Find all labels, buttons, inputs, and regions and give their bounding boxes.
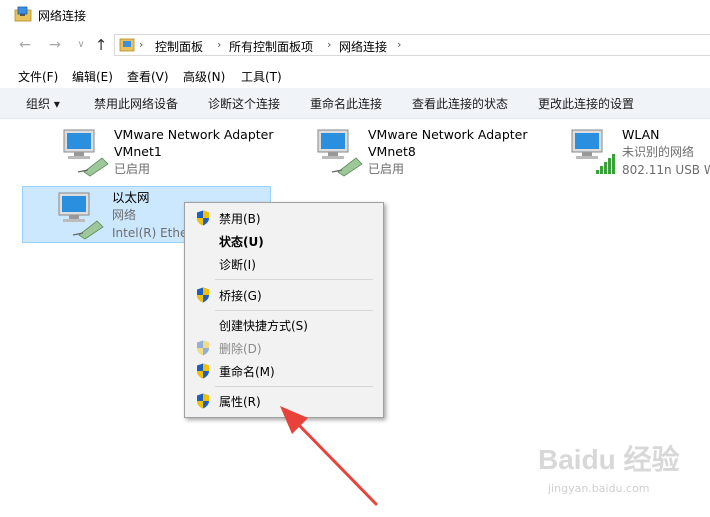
context-menu: 禁用(B) 状态(U) 诊断(I) 桥接(G) 创建快捷方式(S) 删除(D) … — [184, 202, 384, 418]
wifi-adapter-icon — [571, 129, 615, 174]
baidu-watermark: Baidu 经验 jingyan.baidu.com — [538, 438, 708, 510]
menu-item-status[interactable]: 状态(U) — [185, 230, 383, 252]
menu-item-label: 诊断(I) — [219, 258, 256, 272]
disable-device-button[interactable]: 禁用此网络设备 — [94, 95, 178, 112]
menu-item-rename[interactable]: 重命名(M) — [185, 360, 383, 382]
connection-status: 网络 — [112, 208, 137, 222]
up-arrow-icon[interactable]: ↑ — [92, 36, 110, 54]
connection-name: WLAN — [622, 127, 660, 142]
menu-bar: 文件(F) 编辑(E) 查看(V) 高级(N) 工具(T) — [0, 66, 710, 86]
menu-item-label: 重命名(M) — [219, 365, 275, 379]
back-arrow-icon[interactable]: ← — [16, 36, 34, 54]
connection-status: 已启用 — [114, 162, 151, 176]
uac-shield-icon — [197, 210, 209, 226]
breadcrumb-network-connections[interactable]: 网络连接 — [339, 38, 387, 55]
watermark-url: jingyan.baidu.com — [548, 482, 650, 495]
connection-device: 802.11n USB W — [622, 163, 710, 177]
menu-item-label: 桥接(G) — [219, 289, 262, 303]
menu-item-bridge[interactable]: 桥接(G) — [185, 284, 383, 306]
connection-vmnet1[interactable]: VMware Network Adapter VMnet1 已启用 — [54, 126, 284, 182]
uac-shield-icon — [197, 393, 209, 409]
network-adapter-icon — [63, 129, 109, 177]
connection-wlan[interactable]: WLAN 未识别的网络 802.11n USB W — [562, 126, 710, 182]
menu-divider — [215, 310, 373, 311]
menu-view[interactable]: 查看(V) — [127, 68, 169, 85]
menu-file[interactable]: 文件(F) — [18, 68, 58, 85]
connection-name: VMware Network Adapter — [368, 127, 528, 142]
watermark-brand: Baidu 经验 — [538, 444, 680, 475]
connection-name-line2: VMnet8 — [368, 144, 416, 159]
connection-vmnet8[interactable]: VMware Network Adapter VMnet8 已启用 — [308, 126, 538, 182]
control-panel-icon — [119, 38, 135, 52]
network-adapter-icon — [317, 129, 363, 177]
menu-divider — [215, 386, 373, 387]
chevron-right-icon[interactable]: › — [327, 38, 331, 51]
breadcrumb-all-items[interactable]: 所有控制面板项 — [229, 38, 313, 55]
menu-divider — [215, 279, 373, 280]
address-bar[interactable]: › 控制面板 › 所有控制面板项 › 网络连接 › — [114, 34, 710, 56]
menu-item-delete[interactable]: 删除(D) — [185, 337, 383, 359]
menu-advanced[interactable]: 高级(N) — [183, 68, 225, 85]
chevron-right-icon[interactable]: › — [397, 38, 401, 51]
change-settings-button[interactable]: 更改此连接的设置 — [538, 95, 634, 112]
menu-item-label: 禁用(B) — [219, 212, 261, 226]
connection-name: 以太网 — [112, 190, 150, 205]
rename-button[interactable]: 重命名此连接 — [310, 95, 382, 112]
chevron-right-icon[interactable]: › — [139, 38, 143, 51]
menu-item-disable[interactable]: 禁用(B) — [185, 207, 383, 229]
red-arrow-annotation — [280, 406, 378, 506]
view-status-button[interactable]: 查看此连接的状态 — [412, 95, 508, 112]
title-bar: 网络连接 — [0, 0, 710, 30]
forward-arrow-icon[interactable]: → — [46, 36, 64, 54]
uac-shield-icon — [197, 340, 209, 356]
network-folder-icon — [14, 6, 32, 22]
diagnose-button[interactable]: 诊断这个连接 — [208, 95, 280, 112]
chevron-right-icon[interactable]: › — [217, 38, 221, 51]
organize-button[interactable]: 组织 ▾ — [26, 95, 60, 112]
menu-item-label: 创建快捷方式(S) — [219, 319, 308, 333]
ethernet-adapter-icon — [58, 192, 104, 240]
menu-edit[interactable]: 编辑(E) — [72, 68, 113, 85]
address-row: ← → ∨ ↑ › 控制面板 › 所有控制面板项 › 网络连接 › — [0, 32, 710, 60]
menu-item-diagnose[interactable]: 诊断(I) — [185, 253, 383, 275]
command-bar: 组织 ▾ 禁用此网络设备 诊断这个连接 重命名此连接 查看此连接的状态 更改此连… — [0, 88, 710, 119]
window-title: 网络连接 — [38, 9, 87, 23]
uac-shield-icon — [197, 287, 209, 303]
connection-status: 未识别的网络 — [622, 145, 695, 159]
recent-dropdown-icon[interactable]: ∨ — [72, 36, 90, 54]
menu-item-label: 属性(R) — [219, 395, 261, 409]
connection-name-line2: VMnet1 — [114, 144, 162, 159]
menu-item-create-shortcut[interactable]: 创建快捷方式(S) — [185, 314, 383, 336]
connection-name: VMware Network Adapter — [114, 127, 274, 142]
menu-item-label: 状态(U) — [219, 235, 264, 249]
menu-tools[interactable]: 工具(T) — [241, 68, 282, 85]
connection-status: 已启用 — [368, 162, 405, 176]
breadcrumb-control-panel[interactable]: 控制面板 — [155, 38, 203, 55]
menu-item-label: 删除(D) — [219, 342, 262, 356]
connection-device: Intel(R) Ethe — [112, 226, 188, 240]
uac-shield-icon — [197, 363, 209, 379]
